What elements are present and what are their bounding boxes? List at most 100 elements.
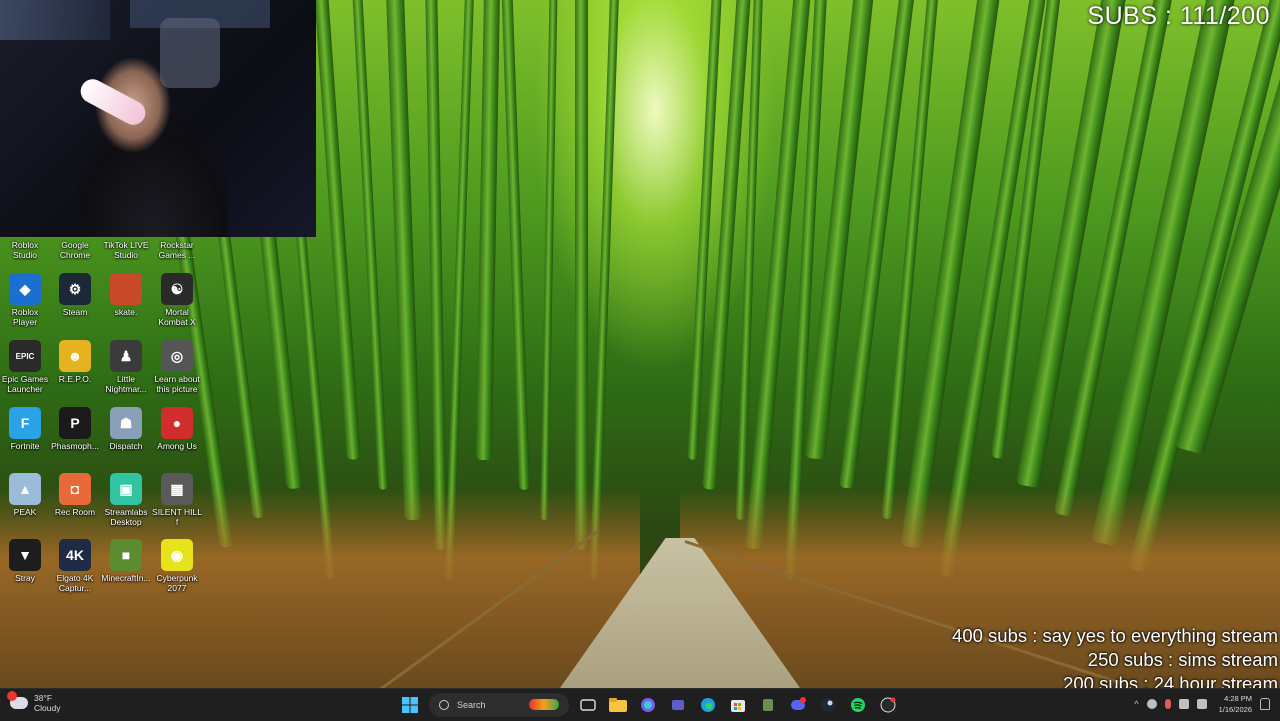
copilot-icon — [641, 698, 655, 712]
weather-temp: 38°F — [34, 693, 53, 703]
desktop-icon-label: Steam — [62, 307, 88, 317]
sub-goal-400: 400 subs : say yes to everything stream — [952, 625, 1278, 646]
chevron-up-icon[interactable]: ^ — [1134, 699, 1138, 709]
desktop-icon-among-us[interactable]: ● Among Us — [152, 407, 202, 451]
desktop-icon-label: Dispatch — [109, 441, 143, 451]
phasmophobia-icon: P — [59, 407, 91, 439]
dispatch-icon: ☗ — [110, 407, 142, 439]
bamboo-stalk — [313, 0, 361, 460]
desktop-icon-roblox-studio[interactable]: Roblox Studio — [0, 237, 50, 260]
desktop-icon-silent-hill-f[interactable]: ▦ SILENT HILL f — [152, 473, 202, 527]
among-us-icon: ● — [161, 407, 193, 439]
spotify-icon — [851, 698, 865, 712]
bamboo-stalk — [540, 0, 558, 521]
stray-icon: ▼ — [9, 539, 41, 571]
desktop-icon-label: MinecraftIn... — [101, 573, 151, 583]
roblox-player-icon: ◆ — [9, 273, 41, 305]
desktop-icon-minecraftin[interactable]: ■ MinecraftIn... — [101, 539, 151, 583]
rec-room-icon: ◘ — [59, 473, 91, 505]
desktop-icon-label: Roblox Player — [11, 307, 39, 327]
peak-icon: ▲ — [9, 473, 41, 505]
desktop-icon-r-e-p-o[interactable]: ☻ R.E.P.O. — [50, 340, 100, 384]
desktop-icon-label: R.E.P.O. — [58, 374, 92, 384]
desktop-icon-label: TikTok LIVE Studio — [103, 240, 149, 260]
taskbar-search[interactable]: Search — [429, 693, 569, 717]
task-view-icon — [580, 699, 596, 711]
desktop-icon-fortnite[interactable]: F Fortnite — [0, 407, 50, 451]
desktop-icon-label: Phasmoph... — [51, 441, 99, 451]
teams-button[interactable] — [666, 693, 690, 717]
spotify-button[interactable] — [846, 693, 870, 717]
microphone-icon[interactable] — [1164, 699, 1171, 709]
steam-taskbar-button[interactable] — [816, 693, 840, 717]
desktop-icon-dispatch[interactable]: ☗ Dispatch — [101, 407, 151, 451]
webcam-feed — [0, 0, 316, 237]
desktop-icon-label: Learn about this picture — [154, 374, 200, 394]
folder-icon — [609, 698, 627, 712]
file-explorer-button[interactable] — [606, 693, 630, 717]
desktop-icon-label: Stray — [15, 573, 35, 583]
desktop-icon-label: Streamlabs Desktop — [104, 507, 148, 527]
bamboo-stalk — [475, 0, 501, 461]
start-button[interactable] — [398, 693, 422, 717]
bamboo-stalk — [385, 0, 423, 521]
weather-desc: Cloudy — [34, 703, 61, 713]
desktop-icon-label: Epic Games Launcher — [1, 374, 49, 394]
weather-widget[interactable]: 38°F Cloudy — [7, 691, 61, 713]
streamlabs-icon: ▣ — [110, 473, 142, 505]
desktop-icon-skate[interactable]: skate. — [101, 273, 151, 317]
streamer — [78, 40, 228, 237]
desktop-icon-mortal-kombat-x[interactable]: ☯ Mortal Kombat X — [152, 273, 202, 327]
volume-icon[interactable] — [1196, 699, 1207, 709]
notification-bell-icon[interactable] — [1260, 698, 1270, 710]
desktop-icon-label: Rockstar Games ... — [158, 240, 196, 260]
desktop-icon-stray[interactable]: ▼ Stray — [0, 539, 50, 583]
little-nightmares-icon: ♟ — [110, 340, 142, 372]
desktop-icon-label: skate. — [114, 307, 138, 317]
minecraft-icon: ■ — [110, 539, 142, 571]
desktop-icon-label: Cyberpunk 2077 — [156, 573, 198, 593]
epic-games-icon: EPIC — [9, 340, 41, 372]
desktop-icon-little-nightmar[interactable]: ♟ Little Nightmar... — [101, 340, 151, 394]
desktop-icon-rockstar-games[interactable]: Rockstar Games ... — [152, 237, 202, 260]
game-app-icon — [763, 699, 773, 711]
obs-icon — [880, 697, 896, 713]
bamboo-stalk — [425, 0, 447, 551]
discord-button[interactable] — [786, 693, 810, 717]
search-icon — [439, 700, 449, 710]
desktop-icon-roblox-player[interactable]: ◆ Roblox Player — [0, 273, 50, 327]
obs-button[interactable] — [876, 693, 900, 717]
desktop-icon-label: Google Chrome — [59, 240, 91, 260]
desktop-icon-cyberpunk-2077[interactable]: ◉ Cyberpunk 2077 — [152, 539, 202, 593]
search-highlight-icon — [529, 699, 559, 710]
skate-icon — [110, 273, 142, 305]
fortnite-icon: F — [9, 407, 41, 439]
camera-icon: ◎ — [161, 340, 193, 372]
store-button[interactable] — [726, 693, 750, 717]
clock-date: 1/16/2026 — [1218, 705, 1252, 714]
bamboo-stalk — [575, 0, 588, 550]
desktop-icon-streamlabs-desktop[interactable]: ▣ Streamlabs Desktop — [101, 473, 151, 527]
onedrive-icon[interactable] — [1146, 699, 1157, 709]
windows-icon — [402, 697, 418, 713]
edge-button[interactable] — [696, 693, 720, 717]
desktop-icon-label: Among Us — [157, 441, 197, 451]
desktop-icon-steam[interactable]: ⚙ Steam — [50, 273, 100, 317]
desktop-icon-rec-room[interactable]: ◘ Rec Room — [50, 473, 100, 517]
desktop-icon-phasmoph[interactable]: P Phasmoph... — [50, 407, 100, 451]
desktop-icon-google-chrome[interactable]: Google Chrome — [50, 237, 100, 260]
taskbar: 38°F Cloudy Search ^ 4:28 PM 1/16/2026 — [0, 688, 1280, 721]
desktop-icon-label: Roblox Studio — [11, 240, 39, 260]
clock[interactable]: 4:28 PM 1/16/2026 — [1219, 693, 1252, 715]
desktop-icon-epic-games-launcher[interactable]: EPIC Epic Games Launcher — [0, 340, 50, 394]
copilot-button[interactable] — [636, 693, 660, 717]
desktop-icon-elgato-4k-captur[interactable]: 4K Elgato 4K Captur... — [50, 539, 100, 593]
game-app-button[interactable] — [756, 693, 780, 717]
task-view-button[interactable] — [576, 693, 600, 717]
cyberpunk-icon: ◉ — [161, 539, 193, 571]
silent-hill-icon: ▦ — [161, 473, 193, 505]
desktop-icon-peak[interactable]: ▲ PEAK — [0, 473, 50, 517]
desktop-icon-tiktok-live-studio[interactable]: TikTok LIVE Studio — [101, 237, 151, 260]
desktop-icon-learn-about-this-picture[interactable]: ◎ Learn about this picture — [152, 340, 202, 394]
network-icon[interactable] — [1178, 699, 1189, 709]
